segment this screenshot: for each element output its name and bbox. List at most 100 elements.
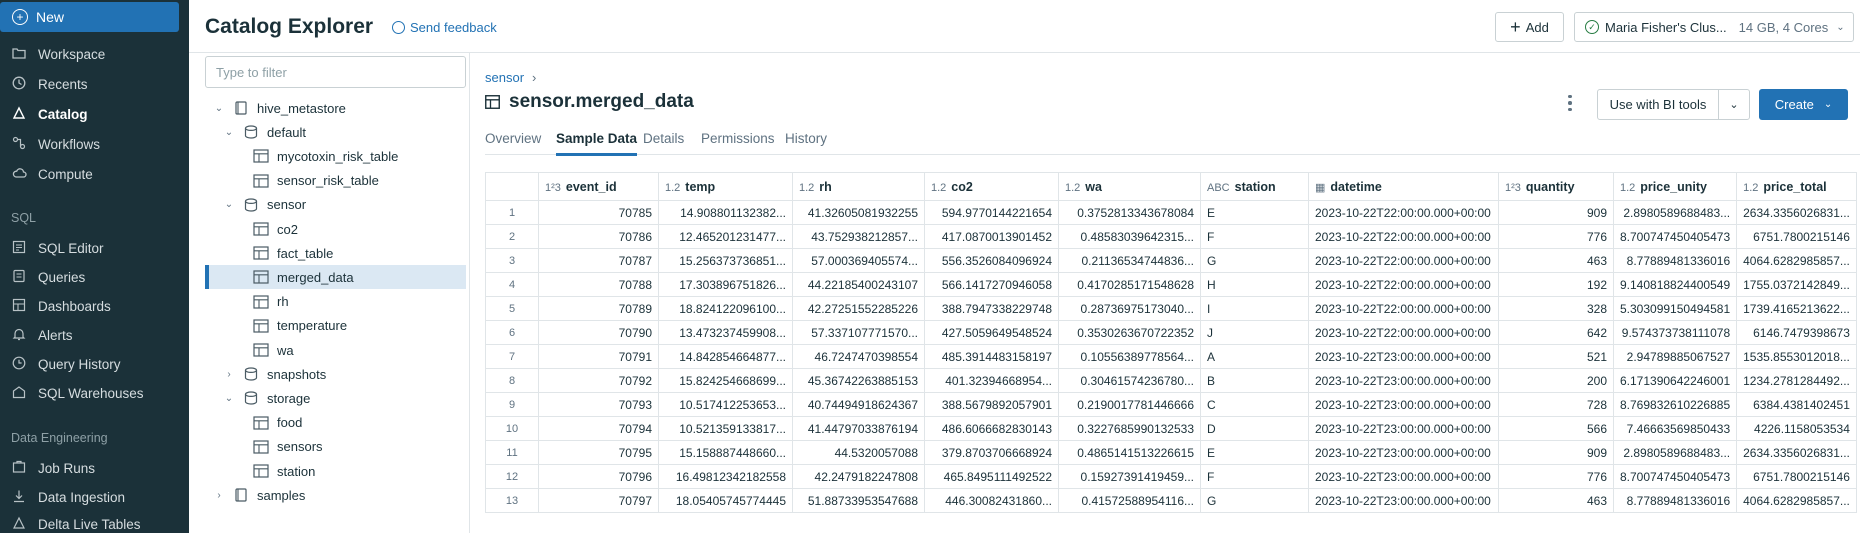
table-cell[interactable]: 70786 xyxy=(538,224,659,249)
table-cell[interactable]: 485.3914483158197 xyxy=(924,344,1059,369)
table-cell[interactable]: 8.77889481336016 xyxy=(1612,488,1738,513)
table-cell[interactable]: 45.36742263885153 xyxy=(792,368,925,393)
tab-details[interactable]: Details xyxy=(643,131,684,155)
table-cell[interactable]: 0.41572588954116... xyxy=(1058,488,1201,513)
table-cell[interactable]: 2634.3356026831... xyxy=(1736,440,1857,465)
table-cell[interactable]: 70797 xyxy=(538,488,659,513)
tree-node-hive-metastore[interactable]: ⌄ hive_metastore xyxy=(205,96,466,120)
table-cell[interactable]: E xyxy=(1200,200,1309,225)
table-cell[interactable]: 728 xyxy=(1498,392,1614,417)
nav-item-sql-warehouses[interactable]: SQL Warehouses xyxy=(0,380,189,406)
table-cell[interactable]: 10.521359133817... xyxy=(658,416,793,441)
column-header-price-unity[interactable]: 1.2 price_unity xyxy=(1612,172,1738,201)
chevron-down-icon[interactable]: ⌄ xyxy=(223,393,235,404)
table-cell[interactable]: I xyxy=(1200,296,1309,321)
bi-button-label[interactable]: Use with BI tools xyxy=(1598,90,1719,119)
table-cell[interactable]: 9.140818824400549 xyxy=(1612,272,1738,297)
nav-item-data-ingestion[interactable]: Data Ingestion xyxy=(0,484,189,510)
chevron-down-icon[interactable]: ⌄ xyxy=(1719,90,1749,119)
table-cell[interactable]: 1755.0372142849... xyxy=(1736,272,1857,297)
cluster-selector[interactable]: ✓ Maria Fisher's Clus... 14 GB, 4 Cores … xyxy=(1574,12,1854,42)
send-feedback-link[interactable]: Send feedback xyxy=(392,20,497,35)
table-cell[interactable]: 15.256373736851... xyxy=(658,248,793,273)
table-cell[interactable]: 14.908801132382... xyxy=(658,200,793,225)
tree-node-fact-table[interactable]: fact_table xyxy=(205,241,466,265)
table-cell[interactable]: 566.1417270946058 xyxy=(924,272,1059,297)
column-header-station[interactable]: ABC station xyxy=(1200,172,1309,201)
table-cell[interactable]: 51.88733953547688 xyxy=(792,488,925,513)
chevron-down-icon[interactable]: ⌄ xyxy=(223,127,235,138)
table-cell[interactable]: 909 xyxy=(1498,200,1614,225)
table-cell[interactable]: 521 xyxy=(1498,344,1614,369)
table-cell[interactable]: 388.5679892057901 xyxy=(924,392,1059,417)
table-cell[interactable]: 465.8495111492522 xyxy=(924,464,1059,489)
table-cell[interactable]: 42.27251552285226 xyxy=(792,296,925,321)
table-cell[interactable]: 0.10556389778564... xyxy=(1058,344,1201,369)
tree-node-storage[interactable]: ⌄ storage xyxy=(205,386,466,410)
table-cell[interactable]: 2023-10-22T23:00:00.000+00:00 xyxy=(1308,464,1499,489)
tab-sample-data[interactable]: Sample Data xyxy=(556,131,638,156)
nav-item-alerts[interactable]: Alerts xyxy=(0,322,189,348)
create-button[interactable]: Create ⌄ xyxy=(1759,89,1848,120)
table-cell[interactable]: 8.769832610226885 xyxy=(1612,392,1738,417)
chevron-down-icon[interactable]: ⌄ xyxy=(223,199,235,210)
table-cell[interactable]: B xyxy=(1200,368,1309,393)
table-cell[interactable]: 388.7947338229748 xyxy=(924,296,1059,321)
table-cell[interactable]: 2023-10-22T23:00:00.000+00:00 xyxy=(1308,392,1499,417)
table-cell[interactable]: 44.5320057088 xyxy=(792,440,925,465)
tree-node-co2[interactable]: co2 xyxy=(205,217,466,241)
tree-node-rh[interactable]: rh xyxy=(205,290,466,314)
table-cell[interactable]: 776 xyxy=(1498,224,1614,249)
nav-item-queries[interactable]: Queries xyxy=(0,264,189,290)
table-cell[interactable]: 776 xyxy=(1498,464,1614,489)
nav-item-dashboards[interactable]: Dashboards xyxy=(0,293,189,319)
nav-item-delta-live-tables[interactable]: Delta Live Tables xyxy=(0,511,189,533)
table-cell[interactable]: 42.2479182247808 xyxy=(792,464,925,489)
table-cell[interactable]: 328 xyxy=(1498,296,1614,321)
use-with-bi-tools-button[interactable]: Use with BI tools ⌄ xyxy=(1597,89,1750,120)
table-cell[interactable]: 2634.3356026831... xyxy=(1736,200,1857,225)
tree-node-sensor-risk-table[interactable]: sensor_risk_table xyxy=(205,169,466,193)
table-cell[interactable]: 43.752938212857... xyxy=(792,224,925,249)
table-cell[interactable]: 0.4170285171548628 xyxy=(1058,272,1201,297)
table-cell[interactable]: 1535.8553012018... xyxy=(1736,344,1857,369)
table-cell[interactable]: 2023-10-22T23:00:00.000+00:00 xyxy=(1308,488,1499,513)
table-cell[interactable]: 566 xyxy=(1498,416,1614,441)
table-cell[interactable]: 642 xyxy=(1498,320,1614,345)
nav-item-sql-editor[interactable]: SQL Editor xyxy=(0,235,189,261)
table-cell[interactable]: 14.842854664877... xyxy=(658,344,793,369)
tree-node-default[interactable]: ⌄ default xyxy=(205,120,466,144)
table-cell[interactable]: 1739.4165213622... xyxy=(1736,296,1857,321)
table-cell[interactable]: 70788 xyxy=(538,272,659,297)
table-cell[interactable]: 18.824122096100... xyxy=(658,296,793,321)
table-cell[interactable]: 70791 xyxy=(538,344,659,369)
table-cell[interactable]: 379.8703706668924 xyxy=(924,440,1059,465)
table-cell[interactable]: 18.05405745774445 xyxy=(658,488,793,513)
table-cell[interactable]: F xyxy=(1200,224,1309,249)
table-cell[interactable]: H xyxy=(1200,272,1309,297)
tree-node-food[interactable]: food xyxy=(205,411,466,435)
table-cell[interactable]: G xyxy=(1200,488,1309,513)
table-cell[interactable]: 1234.2781284492... xyxy=(1736,368,1857,393)
table-cell[interactable]: 446.30082431860... xyxy=(924,488,1059,513)
table-cell[interactable]: 7.46663569850433 xyxy=(1612,416,1738,441)
tab-history[interactable]: History xyxy=(785,131,827,155)
table-cell[interactable]: 463 xyxy=(1498,488,1614,513)
table-cell[interactable]: 2023-10-22T22:00:00.000+00:00 xyxy=(1308,200,1499,225)
column-header-event-id[interactable]: 1²3 event_id xyxy=(538,172,659,201)
table-cell[interactable]: 4064.6282985857... xyxy=(1736,248,1857,273)
table-cell[interactable]: 2023-10-22T23:00:00.000+00:00 xyxy=(1308,416,1499,441)
table-cell[interactable]: 0.2190017781446666 xyxy=(1058,392,1201,417)
table-cell[interactable]: 12.465201231477... xyxy=(658,224,793,249)
table-cell[interactable]: 6146.7479398673 xyxy=(1736,320,1857,345)
table-cell[interactable]: 57.000369405574... xyxy=(792,248,925,273)
table-cell[interactable]: 2023-10-22T23:00:00.000+00:00 xyxy=(1308,440,1499,465)
table-cell[interactable]: 44.22185400243107 xyxy=(792,272,925,297)
table-cell[interactable]: 13.473237459908... xyxy=(658,320,793,345)
table-cell[interactable]: 70796 xyxy=(538,464,659,489)
tree-node-sensor[interactable]: ⌄ sensor xyxy=(205,193,466,217)
table-cell[interactable]: 16.49812342182558 xyxy=(658,464,793,489)
table-cell[interactable]: 6.171390642246001 xyxy=(1612,368,1738,393)
nav-item-job-runs[interactable]: Job Runs xyxy=(0,455,189,481)
table-cell[interactable]: 70790 xyxy=(538,320,659,345)
